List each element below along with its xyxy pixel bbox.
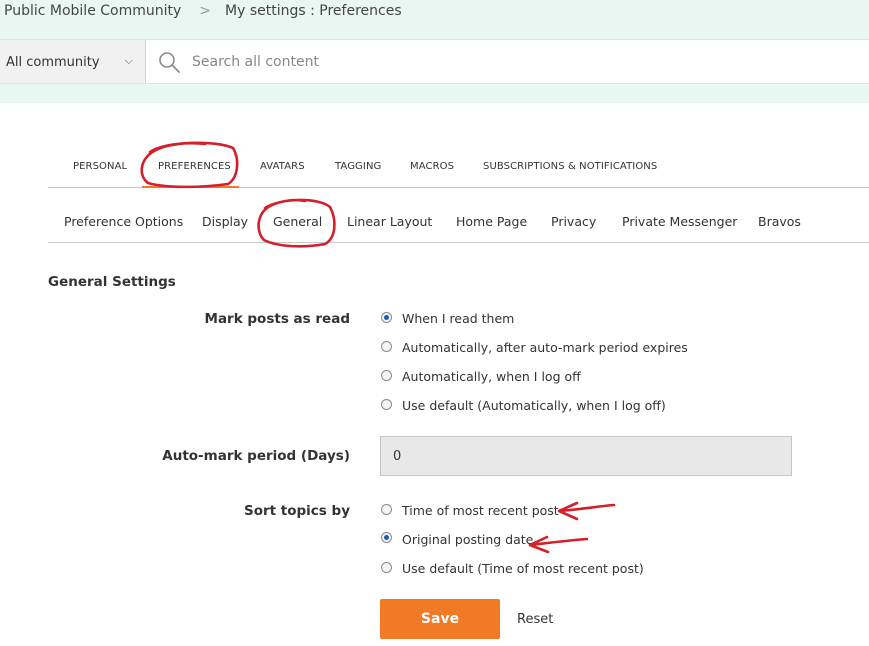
preference-sub-tabs: Preference Options Display General Linea…: [48, 200, 869, 243]
tab-privacy[interactable]: Privacy: [551, 214, 596, 229]
arrow-annotation: [557, 501, 616, 521]
mark-read-option-label[interactable]: Use default (Automatically, when I log o…: [402, 398, 666, 413]
section-title: General Settings: [48, 274, 176, 290]
tab-tagging[interactable]: TAGGING: [335, 161, 381, 172]
breadcrumb: Public Mobile Community > My settings : Pr…: [4, 3, 402, 19]
tab-display[interactable]: Display: [202, 214, 248, 229]
search-scope-label: All community: [6, 55, 100, 70]
arrow-annotation: [528, 535, 589, 554]
sort-option-label[interactable]: Use default (Time of most recent post): [402, 561, 644, 576]
tab-macros[interactable]: MACROS: [410, 161, 454, 172]
header-band: Public Mobile Community > My settings : Pr…: [0, 0, 869, 103]
tab-preference-options[interactable]: Preference Options: [64, 214, 183, 229]
tab-home-page[interactable]: Home Page: [456, 214, 527, 229]
mark-read-radio-default[interactable]: [381, 399, 392, 410]
sort-option-label[interactable]: Time of most recent post: [402, 503, 559, 518]
mark-posts-read-label: Mark posts as read: [204, 311, 350, 327]
tab-private-messenger[interactable]: Private Messenger: [622, 214, 737, 229]
save-button[interactable]: Save: [380, 599, 500, 639]
mark-read-radio-log-off[interactable]: [381, 370, 392, 381]
search-icon[interactable]: [157, 50, 181, 74]
search-bar: All community ⌵: [0, 39, 869, 84]
auto-mark-period-label: Auto-mark period (Days): [162, 448, 350, 464]
tab-bravos[interactable]: Bravos: [758, 214, 801, 229]
search-input[interactable]: [192, 40, 792, 83]
sort-radio-recent-post[interactable]: [381, 504, 392, 515]
mark-read-option-label[interactable]: When I read them: [402, 311, 514, 326]
mark-read-option-label[interactable]: Automatically, after auto-mark period ex…: [402, 340, 688, 355]
main-tabs: PERSONAL PREFERENCES AVATARS TAGGING MAC…: [48, 150, 869, 188]
mark-read-option-label[interactable]: Automatically, when I log off: [402, 369, 581, 384]
search-scope-dropdown[interactable]: All community ⌵: [0, 40, 146, 83]
sort-topics-label: Sort topics by: [243, 503, 350, 519]
tab-preferences[interactable]: PREFERENCES: [142, 161, 239, 188]
sort-radio-default[interactable]: [381, 562, 392, 573]
tab-general[interactable]: General: [273, 214, 322, 229]
sort-radio-original-date[interactable]: [381, 532, 392, 543]
sort-option-label[interactable]: Original posting date: [402, 532, 533, 547]
reset-link[interactable]: Reset: [517, 612, 553, 627]
tab-avatars[interactable]: AVATARS: [260, 161, 305, 172]
chevron-down-icon: ⌵: [124, 54, 133, 67]
tab-linear-layout[interactable]: Linear Layout: [347, 214, 432, 229]
tab-personal[interactable]: PERSONAL: [73, 161, 127, 172]
mark-read-radio-auto-period[interactable]: [381, 341, 392, 352]
auto-mark-period-field[interactable]: [380, 436, 792, 476]
tab-subscriptions-notifications[interactable]: SUBSCRIPTIONS & NOTIFICATIONS: [483, 161, 657, 172]
breadcrumb-current: My settings : Preferences: [225, 3, 402, 19]
breadcrumb-separator: >: [199, 3, 212, 19]
mark-read-radio-when-read[interactable]: [381, 312, 392, 323]
breadcrumb-home-link[interactable]: Public Mobile Community: [4, 3, 181, 19]
